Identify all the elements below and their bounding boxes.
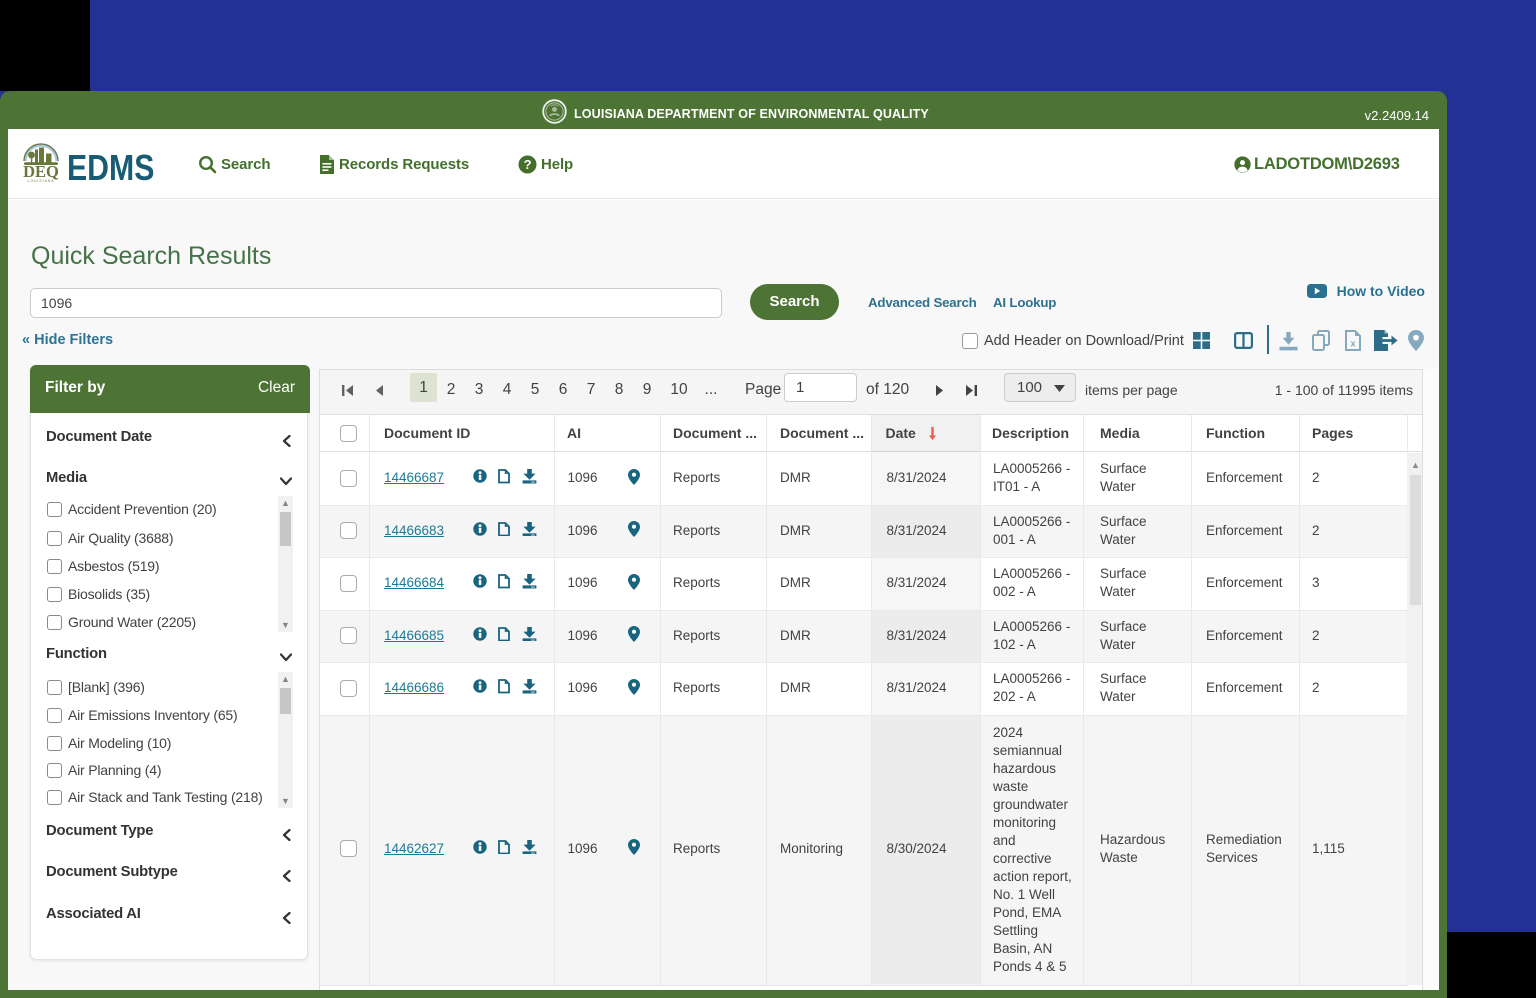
svg-text:x: x [1350,339,1355,349]
svg-text:?: ? [524,157,532,172]
svg-text:LOUISIANA: LOUISIANA [27,179,54,183]
